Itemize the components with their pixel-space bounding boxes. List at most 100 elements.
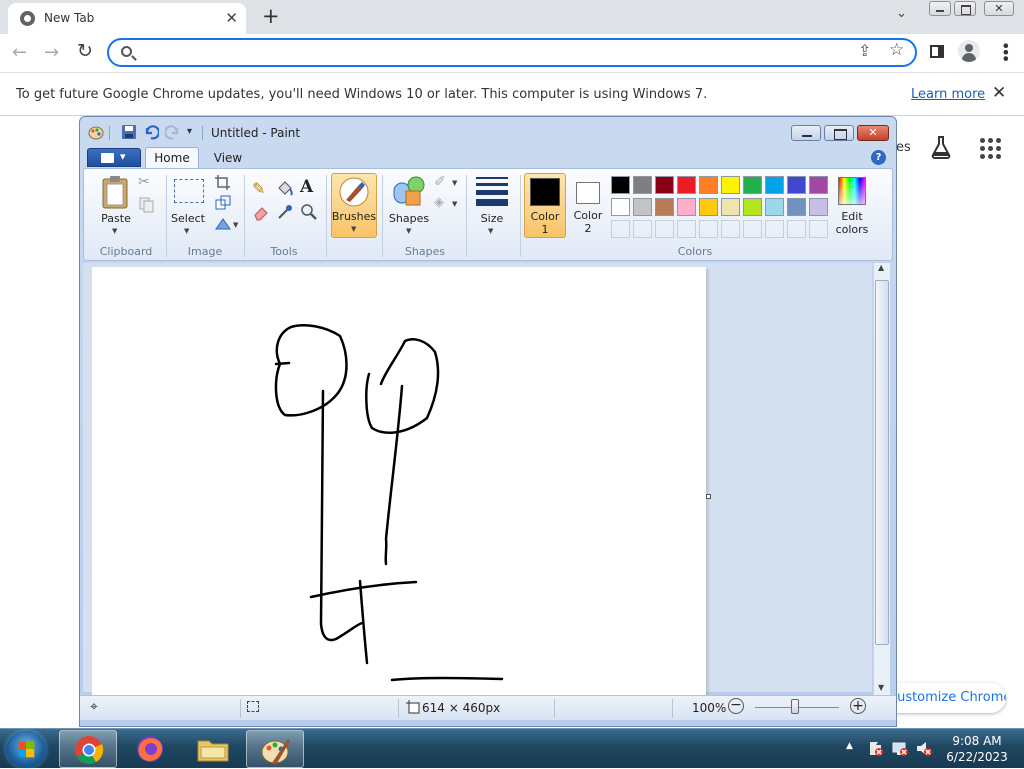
fill-shape-icon[interactable]: ◈ [434,195,452,213]
zoom-slider-thumb[interactable] [791,699,799,714]
shapes-dropdown-icon[interactable]: ▼ [406,227,411,235]
palette-custom-slot[interactable] [677,220,696,238]
text-icon[interactable]: A [300,177,318,197]
taskbar-file-explorer[interactable] [184,730,242,768]
share-icon[interactable]: ⇪ [858,41,871,60]
palette-color-swatch[interactable] [787,198,806,216]
paint-menu-button[interactable] [87,148,141,167]
palette-color-swatch[interactable] [765,176,784,194]
palette-custom-slot[interactable] [611,220,630,238]
forward-icon[interactable]: → [44,42,59,63]
ntp-shortcut-label[interactable]: es [896,140,911,155]
zoom-in-icon[interactable]: + [850,698,866,714]
palette-custom-slot[interactable] [655,220,674,238]
pencil-icon[interactable]: ✎ [252,179,270,198]
select-dropdown-icon[interactable]: ▼ [184,227,189,235]
palette-color-swatch[interactable] [655,176,674,194]
palette-custom-slot[interactable] [743,220,762,238]
palette-color-swatch[interactable] [677,176,696,194]
customize-qat-icon[interactable]: ▾ [187,126,192,137]
help-icon[interactable]: ? [871,150,886,165]
palette-color-swatch[interactable] [611,198,630,216]
palette-color-swatch[interactable] [633,198,652,216]
clock-date[interactable]: 6/22/2023 [942,750,1012,764]
outline-dropdown-icon[interactable]: ▼ [452,179,457,187]
start-button[interactable] [6,731,46,768]
rotate-icon[interactable] [214,214,232,232]
palette-color-swatch[interactable] [721,198,740,216]
palette-color-swatch[interactable] [809,176,828,194]
palette-color-swatch[interactable] [655,198,674,216]
taskbar-paint[interactable] [246,730,304,768]
omnibox[interactable] [107,38,917,67]
zoom-out-icon[interactable]: − [728,698,744,714]
magnifier-icon[interactable] [300,203,318,221]
rotate-dropdown-icon[interactable]: ▼ [233,221,238,229]
network-icon[interactable] [891,740,909,757]
palette-custom-slot[interactable] [721,220,740,238]
copy-icon[interactable] [138,196,156,214]
scrollbar-thumb[interactable] [875,280,889,645]
palette-custom-slot[interactable] [765,220,784,238]
palette-custom-slot[interactable] [787,220,806,238]
resize-icon[interactable] [214,194,232,212]
palette-color-swatch[interactable] [699,176,718,194]
drawing-canvas[interactable] [92,267,706,696]
outline-icon[interactable]: ✐ [434,174,452,192]
fill-shape-dropdown-icon[interactable]: ▼ [452,200,457,208]
palette-custom-slot[interactable] [699,220,718,238]
select-icon[interactable] [174,179,204,203]
size-icon[interactable] [476,177,508,206]
menu-icon[interactable]: ••• [996,41,1015,60]
palette-color-swatch[interactable] [699,198,718,216]
size-dropdown-icon[interactable]: ▼ [488,227,493,235]
taskbar-chrome[interactable] [59,730,117,768]
redo-icon[interactable] [165,124,181,140]
chrome-maximize-button[interactable] [954,1,976,16]
palette-color-swatch[interactable] [743,176,762,194]
action-center-icon[interactable] [868,740,884,757]
size-label[interactable]: Size [471,212,513,225]
palette-custom-slot[interactable] [809,220,828,238]
brushes-button[interactable]: Brushes ▼ [331,173,377,238]
color1-button[interactable]: Color 1 [524,173,566,238]
clock-time[interactable]: 9:08 AM [942,734,1012,748]
tab-close-icon[interactable]: ✕ [225,9,238,27]
tab-new-tab[interactable]: New Tab ✕ [8,3,246,34]
palette-color-swatch[interactable] [809,198,828,216]
palette-color-swatch[interactable] [787,176,806,194]
star-icon[interactable]: ☆ [889,40,904,60]
paint-minimize-button[interactable] [791,125,821,141]
profile-icon[interactable] [958,40,980,62]
back-icon[interactable]: ← [12,42,27,63]
paint-maximize-button[interactable] [824,125,854,141]
labs-icon[interactable] [930,135,952,159]
reload-icon[interactable]: ↻ [77,40,93,62]
volume-muted-icon[interactable] [915,740,933,757]
tab-search-icon[interactable]: ⌄ [896,6,907,21]
shapes-label[interactable]: Shapes [387,212,431,225]
chrome-close-button[interactable]: ✕ [984,1,1014,16]
palette-color-swatch[interactable] [611,176,630,194]
paint-close-button[interactable]: ✕ [857,125,889,141]
taskbar-firefox[interactable] [121,730,179,768]
shapes-icon[interactable] [392,175,426,207]
cut-icon[interactable]: ✂ [138,174,156,192]
learn-more-link[interactable]: Learn more [911,87,985,102]
paste-label[interactable]: Paste [96,212,136,225]
undo-icon[interactable] [143,124,159,140]
palette-color-swatch[interactable] [721,176,740,194]
scroll-down-icon[interactable]: ▼ [878,683,884,692]
paste-icon[interactable] [100,175,130,209]
paste-dropdown-icon[interactable]: ▼ [112,227,117,235]
omnibox-input[interactable] [145,44,845,62]
show-hidden-icons-icon[interactable]: ▲ [846,741,853,751]
color-picker-icon[interactable] [276,203,294,221]
chrome-minimize-button[interactable] [929,1,951,16]
crop-icon[interactable] [214,174,232,192]
palette-color-swatch[interactable] [765,198,784,216]
select-label[interactable]: Select [168,212,208,225]
save-icon[interactable] [121,124,137,140]
apps-icon[interactable] [980,138,1001,159]
palette-custom-slot[interactable] [633,220,652,238]
